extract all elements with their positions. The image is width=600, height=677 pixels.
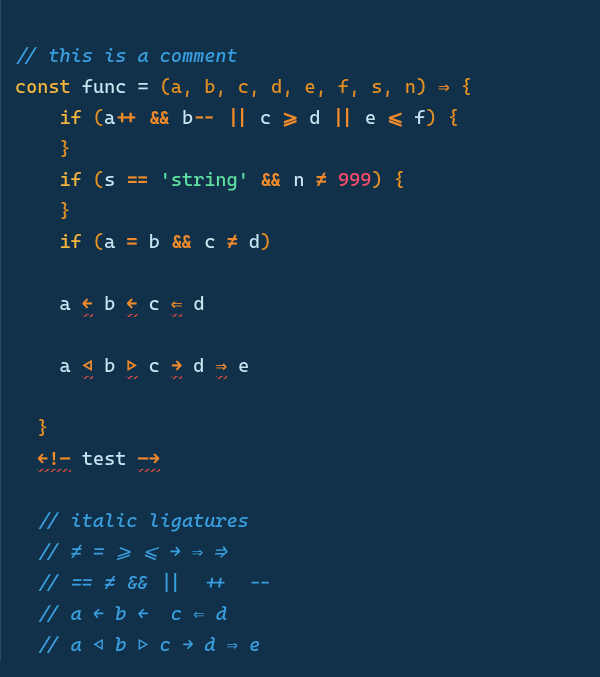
var-a: a bbox=[104, 231, 115, 253]
triangle-right-icon: ▷ bbox=[126, 355, 137, 379]
var-c: c bbox=[149, 355, 160, 377]
blank-line bbox=[15, 262, 26, 284]
html-comment-open-icon: ←!— bbox=[37, 448, 70, 472]
ge-op: ⩾ bbox=[282, 107, 298, 129]
var-a: a bbox=[60, 293, 71, 315]
comment-ligatures: // ≠ = ⩾ ⩽ → ⇒ ⟹ bbox=[37, 541, 226, 563]
var-a: a bbox=[104, 107, 115, 129]
comment-line: // this is a comment bbox=[15, 45, 238, 67]
eqeq-op: == bbox=[126, 169, 148, 191]
triangle-left-icon: ◁ bbox=[82, 355, 93, 379]
var-n: n bbox=[293, 169, 304, 191]
rparen: ) bbox=[371, 169, 382, 191]
html-comment-close-icon: —→ bbox=[137, 448, 159, 472]
inc-op: ++ bbox=[115, 107, 137, 129]
left-arrow-icon: ← bbox=[126, 293, 137, 317]
var-c: c bbox=[260, 107, 271, 129]
var-d: d bbox=[193, 355, 204, 377]
var-d: d bbox=[194, 293, 205, 315]
or-op: || bbox=[332, 107, 354, 129]
var-b: b bbox=[182, 107, 193, 129]
and-op: && bbox=[149, 107, 171, 129]
and-op: && bbox=[171, 231, 193, 253]
code-editor-content[interactable]: // this is a comment const func = (a, b,… bbox=[0, 0, 600, 661]
comment-line: // italic ligatures bbox=[37, 510, 249, 532]
var-s: s bbox=[104, 169, 115, 191]
lparen: ( bbox=[93, 107, 104, 129]
number-literal: 999 bbox=[338, 169, 371, 191]
identifier-func: func bbox=[82, 76, 127, 98]
and-op: && bbox=[260, 169, 282, 191]
keyword-if: if bbox=[60, 107, 82, 129]
close-brace: } bbox=[37, 417, 48, 439]
open-brace: { bbox=[394, 169, 405, 191]
arg-list: (a, b, c, d, e, f, s, n) bbox=[160, 76, 427, 98]
var-e: e bbox=[365, 107, 376, 129]
dec-op: -- bbox=[193, 107, 215, 129]
var-e: e bbox=[238, 355, 249, 377]
blank-line bbox=[15, 386, 26, 408]
var-c: c bbox=[149, 293, 160, 315]
var-d: d bbox=[249, 231, 260, 253]
var-d: d bbox=[309, 107, 320, 129]
left-double-arrow-icon: ⇐ bbox=[171, 293, 182, 317]
blank-line bbox=[15, 324, 26, 346]
var-f: f bbox=[414, 107, 425, 129]
right-double-arrow-icon: ⇒ bbox=[216, 355, 227, 379]
open-brace: { bbox=[461, 76, 472, 98]
keyword-if: if bbox=[60, 231, 82, 253]
blank-line bbox=[15, 479, 26, 501]
var-a: a bbox=[60, 355, 71, 377]
keyword-const: const bbox=[15, 76, 71, 98]
le-op: ⩽ bbox=[387, 107, 403, 129]
rparen: ) bbox=[426, 107, 437, 129]
var-b: b bbox=[149, 231, 160, 253]
comment-ligatures: // a ← b ← c ⇐ d bbox=[37, 603, 227, 625]
open-brace: { bbox=[448, 107, 459, 129]
text-test: test bbox=[82, 448, 127, 470]
close-brace: } bbox=[60, 200, 71, 222]
assign-op: = bbox=[137, 76, 148, 98]
lparen: ( bbox=[93, 169, 104, 191]
string-literal: 'string' bbox=[160, 169, 249, 191]
or-op: || bbox=[227, 107, 249, 129]
comment-ligatures: // a ◁ b ▷ c → d ⇒ e bbox=[37, 634, 260, 656]
neq-op: ≠ bbox=[316, 169, 327, 191]
var-b: b bbox=[104, 355, 115, 377]
close-brace: } bbox=[60, 138, 71, 160]
comment-ligatures: // == ≠ && || ++ -- bbox=[37, 572, 271, 594]
keyword-if: if bbox=[60, 169, 82, 191]
var-b: b bbox=[104, 293, 115, 315]
right-arrow-icon: → bbox=[171, 355, 182, 379]
fat-arrow-icon: ⇒ bbox=[438, 76, 449, 98]
neq-op: ≠ bbox=[227, 231, 238, 253]
eq-op: = bbox=[126, 231, 137, 253]
var-c: c bbox=[204, 231, 215, 253]
left-arrow-icon: ← bbox=[82, 293, 93, 317]
rparen: ) bbox=[260, 231, 271, 253]
lparen: ( bbox=[93, 231, 104, 253]
